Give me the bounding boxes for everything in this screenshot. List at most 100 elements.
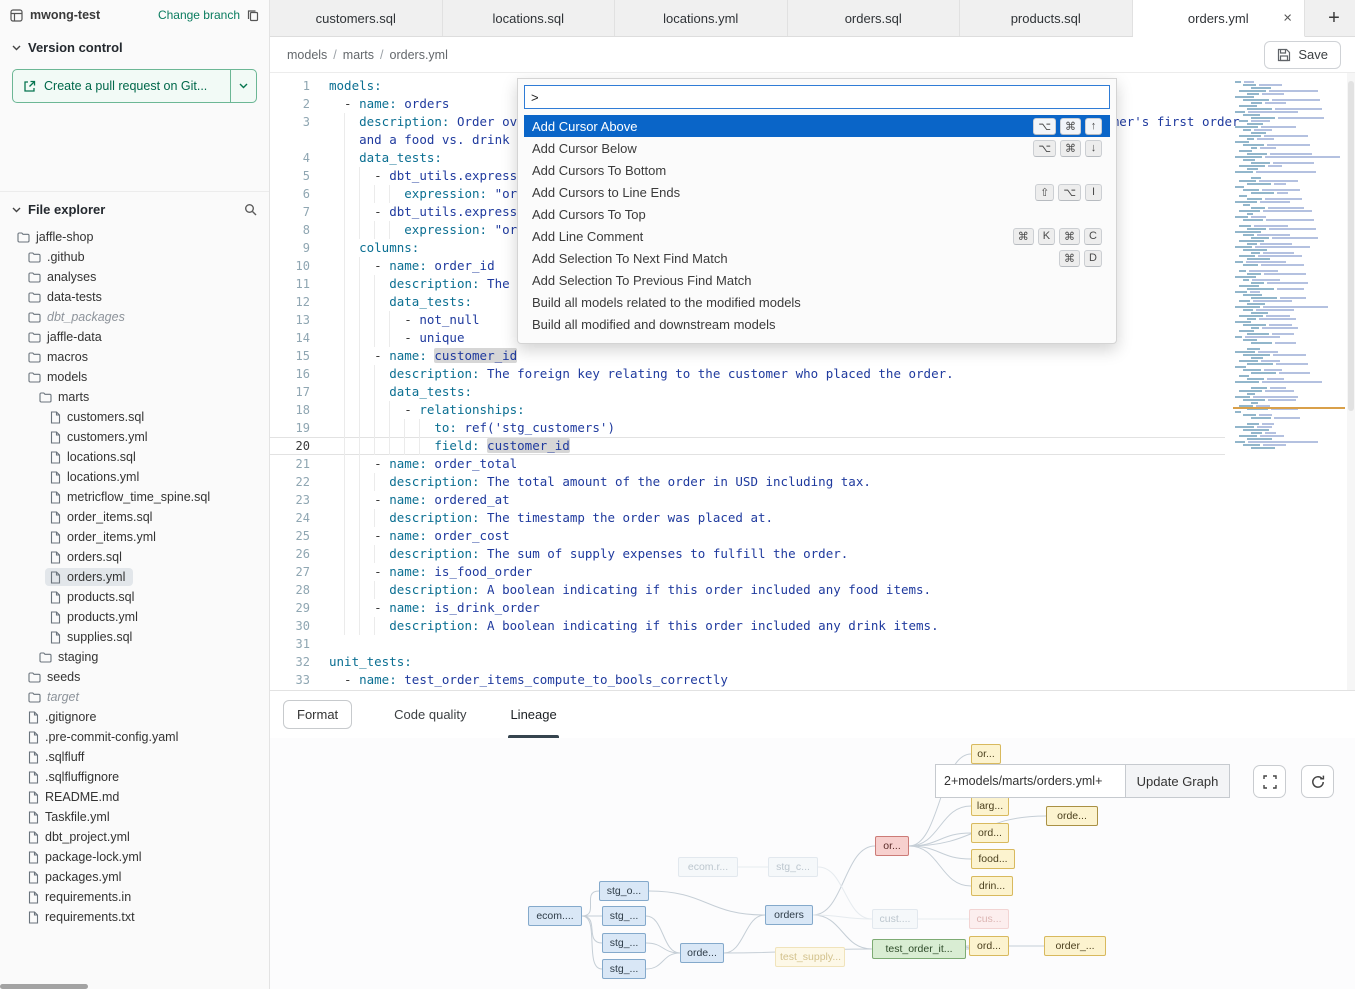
code-editor[interactable]: 1models:2 - name: orders3 description: O… bbox=[270, 73, 1355, 690]
tree-item-staging[interactable]: staging bbox=[0, 647, 269, 667]
tab-code-quality[interactable]: Code quality bbox=[392, 691, 468, 738]
tree-item-analyses[interactable]: analyses bbox=[0, 267, 269, 287]
code-line[interactable]: 25 - name: order_cost bbox=[270, 527, 1225, 545]
code-line[interactable]: 18 - relationships: bbox=[270, 401, 1225, 419]
tree-item-locations.sql[interactable]: locations.sql bbox=[0, 447, 269, 467]
tree-item-.sqlfluff[interactable]: .sqlfluff bbox=[0, 747, 269, 767]
tree-item-locations.yml[interactable]: locations.yml bbox=[0, 467, 269, 487]
lineage-node-stg_o[interactable]: stg_o... bbox=[599, 881, 649, 901]
palette-item[interactable]: Add Selection To Previous Find Match bbox=[524, 269, 1110, 291]
code-line[interactable]: 29 - name: is_drink_order bbox=[270, 599, 1225, 617]
tab-customers.sql[interactable]: customers.sql bbox=[270, 0, 443, 36]
palette-item[interactable]: Add Cursors To Top bbox=[524, 203, 1110, 225]
palette-item[interactable]: Add Cursors to Line Ends⇧⌥I bbox=[524, 181, 1110, 203]
lineage-node-stg_c_g[interactable]: stg_c... bbox=[768, 857, 818, 877]
palette-item[interactable]: Add Selection To Next Find Match⌘D bbox=[524, 247, 1110, 269]
refresh-button[interactable] bbox=[1301, 765, 1334, 798]
palette-item[interactable]: Add Cursors To Bottom bbox=[524, 159, 1110, 181]
tab-orders.sql[interactable]: orders.sql bbox=[788, 0, 961, 36]
tree-item-dbt_project.yml[interactable]: dbt_project.yml bbox=[0, 827, 269, 847]
tab-orders.yml[interactable]: orders.yml× bbox=[1133, 0, 1306, 37]
tab-products.sql[interactable]: products.sql bbox=[960, 0, 1133, 36]
pr-dropdown-button[interactable] bbox=[230, 70, 256, 102]
fullscreen-button[interactable] bbox=[1253, 765, 1286, 798]
code-line[interactable]: 33 - name: test_order_items_compute_to_b… bbox=[270, 671, 1225, 689]
tree-item-seeds[interactable]: seeds bbox=[0, 667, 269, 687]
save-button[interactable]: Save bbox=[1264, 41, 1341, 69]
code-line[interactable]: 24 description: The timestamp the order … bbox=[270, 509, 1225, 527]
lineage-node-ecom_g[interactable]: ecom.r... bbox=[678, 857, 738, 877]
tree-item-packages.yml[interactable]: packages.yml bbox=[0, 867, 269, 887]
tree-item-order_items.yml[interactable]: order_items.yml bbox=[0, 527, 269, 547]
tree-item-jaffle-shop[interactable]: jaffle-shop bbox=[0, 227, 269, 247]
breadcrumb-item[interactable]: marts bbox=[343, 48, 374, 62]
code-line[interactable]: 26 description: The sum of supply expens… bbox=[270, 545, 1225, 563]
tree-item-supplies.sql[interactable]: supplies.sql bbox=[0, 627, 269, 647]
palette-item[interactable]: Build all modified and downstream models bbox=[524, 313, 1110, 335]
palette-item[interactable]: Add Cursor Below⌥⌘↓ bbox=[524, 137, 1110, 159]
tree-item-jaffle-data[interactable]: jaffle-data bbox=[0, 327, 269, 347]
tree-item-target[interactable]: target bbox=[0, 687, 269, 707]
lineage-node-orde_mid[interactable]: orde... bbox=[680, 943, 724, 963]
lineage-selector-input[interactable] bbox=[935, 764, 1126, 798]
tree-item-macros[interactable]: macros bbox=[0, 347, 269, 367]
command-palette-input[interactable] bbox=[524, 85, 1110, 109]
lineage-node-drin[interactable]: drin... bbox=[971, 876, 1013, 896]
file-explorer-header[interactable]: File explorer bbox=[0, 192, 269, 225]
lineage-node-stg2[interactable]: stg_... bbox=[602, 933, 646, 953]
tree-item-customers.sql[interactable]: customers.sql bbox=[0, 407, 269, 427]
tree-item-customers.yml[interactable]: customers.yml bbox=[0, 427, 269, 447]
lineage-node-or_top[interactable]: or... bbox=[971, 744, 1001, 764]
code-line[interactable]: 16 description: The foreign key relating… bbox=[270, 365, 1225, 383]
change-branch-link[interactable]: Change branch bbox=[158, 8, 240, 22]
lineage-node-stg3[interactable]: stg_... bbox=[602, 959, 646, 979]
tree-item-order_items.sql[interactable]: order_items.sql bbox=[0, 507, 269, 527]
palette-item[interactable]: Add Line Comment⌘K⌘C bbox=[524, 225, 1110, 247]
tree-item-orders.sql[interactable]: orders.sql bbox=[0, 547, 269, 567]
tree-item-.sqlfluffignore[interactable]: .sqlfluffignore bbox=[0, 767, 269, 787]
code-line[interactable]: 21 - name: order_total bbox=[270, 455, 1225, 473]
tree-item-README.md[interactable]: README.md bbox=[0, 787, 269, 807]
lineage-node-cus_g[interactable]: cus... bbox=[969, 909, 1009, 929]
code-line[interactable]: 20 field: customer_id bbox=[270, 437, 1225, 455]
tab-lineage[interactable]: Lineage bbox=[508, 691, 558, 738]
lineage-canvas[interactable]: or... orde... larg... ord... food... drin... o… bbox=[270, 738, 1355, 989]
tree-item-products.yml[interactable]: products.yml bbox=[0, 607, 269, 627]
code-line[interactable]: 15 - name: customer_id bbox=[270, 347, 1225, 365]
palette-item[interactable]: Build all models related to the modified… bbox=[524, 291, 1110, 313]
tree-item-Taskfile.yml[interactable]: Taskfile.yml bbox=[0, 807, 269, 827]
tab-locations.sql[interactable]: locations.sql bbox=[443, 0, 616, 36]
version-control-header[interactable]: Version control bbox=[0, 30, 269, 63]
lineage-node-ord2[interactable]: ord... bbox=[969, 936, 1009, 956]
update-graph-button[interactable]: Update Graph bbox=[1125, 764, 1230, 798]
breadcrumb-item[interactable]: orders.yml bbox=[390, 48, 448, 62]
create-pr-button[interactable]: Create a pull request on Git... bbox=[13, 70, 230, 102]
lineage-node-stg1[interactable]: stg_... bbox=[602, 906, 646, 926]
tree-item-models[interactable]: models bbox=[0, 367, 269, 387]
close-icon[interactable]: × bbox=[1283, 11, 1292, 26]
tree-item-products.sql[interactable]: products.sql bbox=[0, 587, 269, 607]
tab-locations.yml[interactable]: locations.yml bbox=[615, 0, 788, 36]
code-line[interactable]: 32unit_tests: bbox=[270, 653, 1225, 671]
tree-item-metricflow_time_spine.sql[interactable]: metricflow_time_spine.sql bbox=[0, 487, 269, 507]
tree-item-.github[interactable]: .github bbox=[0, 247, 269, 267]
tree-item-package-lock.yml[interactable]: package-lock.yml bbox=[0, 847, 269, 867]
tree-item-data-tests[interactable]: data-tests bbox=[0, 287, 269, 307]
lineage-node-test_g[interactable]: test_order_it... bbox=[872, 939, 966, 959]
code-line[interactable]: 17 data_tests: bbox=[270, 383, 1225, 401]
lineage-node-food[interactable]: food... bbox=[971, 849, 1015, 869]
tree-item-requirements.in[interactable]: requirements.in bbox=[0, 887, 269, 907]
code-line[interactable]: 23 - name: ordered_at bbox=[270, 491, 1225, 509]
lineage-node-or_pink[interactable]: or... bbox=[875, 836, 909, 856]
search-icon[interactable] bbox=[244, 203, 257, 216]
lineage-node-order_y[interactable]: order_... bbox=[1044, 936, 1106, 956]
lineage-node-larg[interactable]: larg... bbox=[971, 796, 1009, 816]
sidebar-horizontal-scrollbar[interactable] bbox=[0, 984, 88, 989]
editor-scrollbar-thumb[interactable] bbox=[1348, 81, 1354, 411]
editor-scrollbar[interactable] bbox=[1347, 73, 1355, 690]
code-line[interactable]: 27 - name: is_food_order bbox=[270, 563, 1225, 581]
lineage-node-ord1[interactable]: ord... bbox=[971, 823, 1009, 843]
copy-icon[interactable] bbox=[247, 9, 259, 22]
lineage-node-supply_g[interactable]: test_supply... bbox=[775, 947, 845, 967]
tree-item-dbt_packages[interactable]: dbt_packages bbox=[0, 307, 269, 327]
